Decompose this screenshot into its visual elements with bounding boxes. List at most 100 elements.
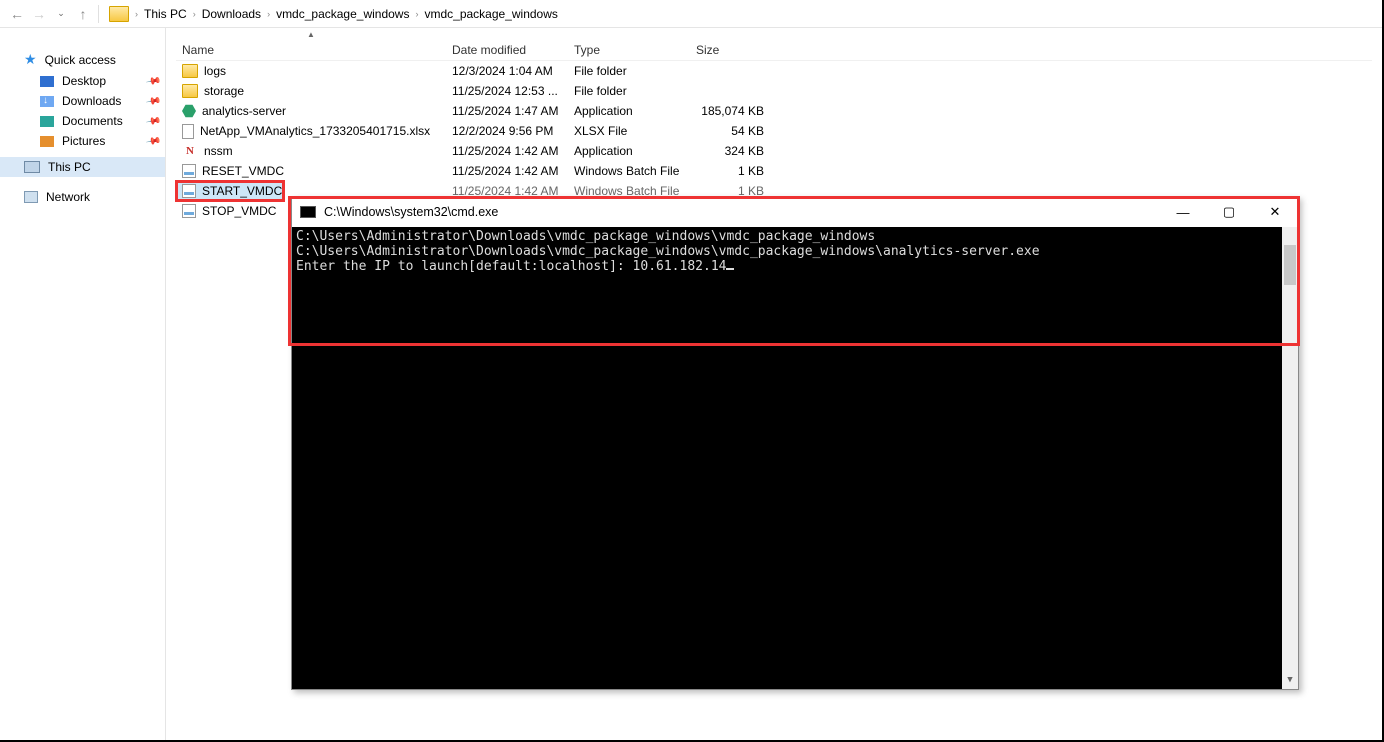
folder-icon <box>182 84 198 98</box>
crumb-seg[interactable]: Downloads <box>200 5 263 23</box>
batch-icon <box>182 184 196 198</box>
back-button[interactable]: ← <box>6 3 28 25</box>
col-date[interactable]: Date modified <box>452 43 574 57</box>
cursor-icon <box>726 268 734 270</box>
file-date: 11/25/2024 12:53 ... <box>452 84 574 98</box>
file-row[interactable]: storage 11/25/2024 12:53 ... File folder <box>176 81 1372 101</box>
star-icon: ★ <box>24 51 37 68</box>
file-type: File folder <box>574 64 696 78</box>
crumb-seg[interactable]: This PC <box>142 5 189 23</box>
file-name: START_VMDC <box>202 184 282 198</box>
cmd-line: Enter the IP to launch[default:localhost… <box>296 259 726 274</box>
cmd-line: C:\Users\Administrator\Downloads\vmdc_pa… <box>296 244 1040 259</box>
sort-indicator-icon: ▲ <box>176 30 446 39</box>
nav-label: Quick access <box>45 53 116 67</box>
chevron-right-icon: › <box>193 9 196 19</box>
file-size: 54 KB <box>696 124 776 138</box>
file-date: 11/25/2024 1:42 AM <box>452 144 574 158</box>
cmd-output[interactable]: C:\Users\Administrator\Downloads\vmdc_pa… <box>292 227 1298 689</box>
nav-label: Downloads <box>62 94 121 108</box>
crumb-seg[interactable]: vmdc_package_windows <box>422 5 559 23</box>
recent-dropdown[interactable]: ⌄ <box>50 3 72 25</box>
col-size[interactable]: Size <box>696 43 776 57</box>
cmd-icon <box>300 206 316 218</box>
file-type: File folder <box>574 84 696 98</box>
folder-icon <box>182 64 198 78</box>
nav-desktop[interactable]: Desktop 📌 <box>0 71 165 91</box>
file-name: RESET_VMDC <box>202 164 284 178</box>
file-name: STOP_VMDC <box>202 204 276 218</box>
file-name: storage <box>204 84 244 98</box>
file-row[interactable]: RESET_VMDC 11/25/2024 1:42 AM Windows Ba… <box>176 161 1372 181</box>
nav-label: Documents <box>62 114 123 128</box>
breadcrumb[interactable]: › This PC › Downloads › vmdc_package_win… <box>135 5 560 23</box>
cmd-window: C:\Windows\system32\cmd.exe — ▢ ✕ C:\Use… <box>291 196 1299 690</box>
cmd-title-text: C:\Windows\system32\cmd.exe <box>324 205 498 219</box>
file-date: 11/25/2024 1:42 AM <box>452 164 574 178</box>
file-type: XLSX File <box>574 124 696 138</box>
network-icon <box>24 191 38 203</box>
file-type: Application <box>574 144 696 158</box>
col-type[interactable]: Type <box>574 43 696 57</box>
nav-label: Network <box>46 190 90 204</box>
pin-icon: 📌 <box>145 93 162 109</box>
nav-label: Pictures <box>62 134 105 148</box>
crumb-seg[interactable]: vmdc_package_windows <box>274 5 411 23</box>
file-size: 1 KB <box>696 164 776 178</box>
nav-quick-access[interactable]: ★ Quick access <box>0 48 165 71</box>
navigation-pane: ★ Quick access Desktop 📌 ↓ Downloads 📌 D… <box>0 28 166 740</box>
nav-label: Desktop <box>62 74 106 88</box>
file-name: nssm <box>204 144 233 158</box>
desktop-icon <box>40 76 54 87</box>
this-pc-icon <box>24 161 40 173</box>
file-row[interactable]: analytics-server 11/25/2024 1:47 AM Appl… <box>176 101 1372 121</box>
chevron-right-icon: › <box>415 9 418 19</box>
column-headers[interactable]: Name Date modified Type Size <box>176 39 1372 61</box>
cmd-titlebar[interactable]: C:\Windows\system32\cmd.exe — ▢ ✕ <box>292 197 1298 227</box>
scrollbar[interactable]: ▲ ▼ <box>1282 227 1298 689</box>
minimize-button[interactable]: — <box>1160 197 1206 227</box>
nav-this-pc[interactable]: This PC <box>0 157 165 177</box>
cmd-line: C:\Users\Administrator\Downloads\vmdc_pa… <box>296 229 875 244</box>
documents-icon <box>40 116 54 127</box>
chevron-right-icon: › <box>135 9 138 19</box>
close-button[interactable]: ✕ <box>1252 197 1298 227</box>
file-date: 12/2/2024 9:56 PM <box>452 124 574 138</box>
file-date: 11/25/2024 1:47 AM <box>452 104 574 118</box>
app-icon: N <box>182 144 198 158</box>
up-button[interactable]: ↑ <box>72 3 94 25</box>
divider <box>98 5 99 23</box>
file-name: logs <box>204 64 226 78</box>
nav-label: This PC <box>48 160 91 174</box>
pin-icon: 📌 <box>145 133 162 149</box>
file-row[interactable]: NetApp_VMAnalytics_1733205401715.xlsx 12… <box>176 121 1372 141</box>
nav-network[interactable]: Network <box>0 187 165 207</box>
file-name: analytics-server <box>202 104 286 118</box>
pin-icon: 📌 <box>145 73 162 89</box>
downloads-icon: ↓ <box>40 96 54 107</box>
col-name[interactable]: Name <box>182 43 452 57</box>
batch-icon <box>182 204 196 218</box>
file-size: 185,074 KB <box>696 104 776 118</box>
pictures-icon <box>40 136 54 147</box>
app-icon <box>182 104 196 118</box>
forward-button[interactable]: → <box>28 3 50 25</box>
file-size: 324 KB <box>696 144 776 158</box>
file-type: Windows Batch File <box>574 164 696 178</box>
scroll-down-icon[interactable]: ▼ <box>1282 673 1298 689</box>
maximize-button[interactable]: ▢ <box>1206 197 1252 227</box>
chevron-right-icon: › <box>267 9 270 19</box>
folder-icon <box>109 6 129 22</box>
file-row[interactable]: Nnssm 11/25/2024 1:42 AM Application 324… <box>176 141 1372 161</box>
nav-pictures[interactable]: Pictures 📌 <box>0 131 165 151</box>
file-name: NetApp_VMAnalytics_1733205401715.xlsx <box>200 124 430 138</box>
address-bar: ← → ⌄ ↑ › This PC › Downloads › vmdc_pac… <box>0 0 1382 28</box>
scroll-thumb[interactable] <box>1284 245 1296 285</box>
batch-icon <box>182 164 196 178</box>
nav-downloads[interactable]: ↓ Downloads 📌 <box>0 91 165 111</box>
nav-documents[interactable]: Documents 📌 <box>0 111 165 131</box>
file-row[interactable]: logs 12/3/2024 1:04 AM File folder <box>176 61 1372 81</box>
file-type: Application <box>574 104 696 118</box>
document-icon <box>182 124 194 139</box>
pin-icon: 📌 <box>145 113 162 129</box>
